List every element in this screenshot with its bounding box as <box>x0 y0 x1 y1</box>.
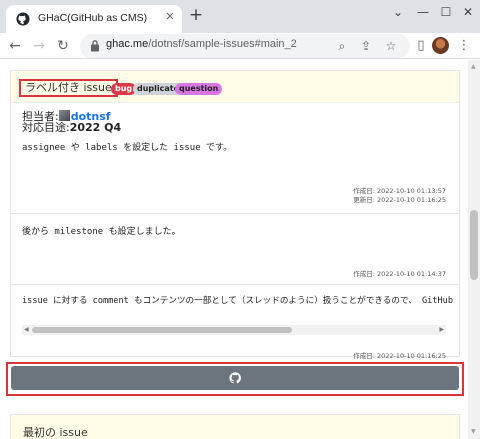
profile-avatar[interactable] <box>432 37 449 54</box>
horizontal-scroll-thumb[interactable] <box>32 327 292 333</box>
github-icon <box>16 12 30 26</box>
minimize-icon[interactable]: — <box>413 4 433 20</box>
close-window-icon[interactable]: ✕ <box>458 4 478 20</box>
github-icon <box>229 372 241 384</box>
reload-icon[interactable]: ↻ <box>53 36 73 56</box>
issue-header: ラベル付き issue bug duplicate question <box>11 71 459 103</box>
milestone-label: 対応目途: <box>22 121 70 134</box>
comment-body: 後から milestone も設定しました。 <box>22 227 181 237</box>
issue-card: 最初の issue <box>10 414 460 439</box>
issue-title[interactable]: 最初の issue <box>23 424 88 439</box>
address-bar[interactable]: ghac.me/dotnsf/sample-issues#main_2 ⌕ ⇪ … <box>80 34 410 58</box>
tab-strip: GHaC(GitHub as CMS) ✕ + ⌄ — ☐ ✕ <box>0 0 480 33</box>
divider <box>10 213 460 214</box>
chevron-down-icon[interactable]: ⌄ <box>388 4 408 20</box>
browser-tab[interactable]: GHaC(GitHub as CMS) ✕ <box>6 5 182 33</box>
browser-toolbar: ← → ↻ ghac.me/dotnsf/sample-issues#main_… <box>0 33 480 59</box>
page-content: ラベル付き issue bug duplicate question 担当者: d… <box>0 60 468 439</box>
comment-body: issue に対する comment もコンテンツの一部として（スレッドのように… <box>22 296 454 306</box>
scroll-left-icon[interactable]: ◀ <box>24 327 29 333</box>
bookmark-star-icon[interactable]: ☆ <box>383 38 399 54</box>
url-path: /dotnsf/sample-issues#main_2 <box>148 38 297 50</box>
url-text: ghac.me/dotnsf/sample-issues#main_2 <box>106 38 297 50</box>
scroll-down-icon[interactable]: ▼ <box>471 429 477 435</box>
forward-icon[interactable]: → <box>29 36 49 56</box>
close-tab-icon[interactable]: ✕ <box>163 10 177 24</box>
back-icon[interactable]: ← <box>5 36 25 56</box>
tab-title: GHaC(GitHub as CMS) <box>38 12 148 24</box>
maximize-icon[interactable]: ☐ <box>436 4 456 20</box>
side-panel-icon[interactable]: ▯ <box>413 38 429 54</box>
issue-body: assignee や labels を設定した issue です。 <box>22 143 233 153</box>
issue-updated: 更新日: 2022-10-10 01:16:25 <box>353 196 446 204</box>
milestone-row: 対応目途:2022 Q4 <box>22 119 121 135</box>
vertical-scroll-thumb[interactable] <box>470 210 478 280</box>
menu-kebab-icon[interactable]: ⋮ <box>456 38 472 54</box>
comment-created: 作成日: 2022-10-10 01:14:37 <box>353 270 446 278</box>
new-tab-icon[interactable]: + <box>188 7 204 24</box>
zoom-icon[interactable]: ⌕ <box>334 38 350 54</box>
url-host: ghac.me <box>106 38 149 50</box>
issue-title[interactable]: ラベル付き issue <box>19 79 118 97</box>
share-icon[interactable]: ⇪ <box>358 38 374 54</box>
milestone-value: 2022 Q4 <box>69 121 122 134</box>
divider <box>10 284 460 285</box>
vertical-scrollbar[interactable]: ▲ ▼ <box>468 60 480 439</box>
comment-created: 作成日: 2022-10-10 01:16:25 <box>353 352 446 360</box>
github-button[interactable] <box>11 366 459 390</box>
scroll-up-icon[interactable]: ▲ <box>471 64 477 70</box>
label-question: question <box>175 83 223 95</box>
lock-icon <box>91 40 99 52</box>
scroll-right-icon[interactable]: ▶ <box>439 327 444 333</box>
horizontal-scrollbar[interactable]: ◀ ▶ <box>22 325 446 335</box>
